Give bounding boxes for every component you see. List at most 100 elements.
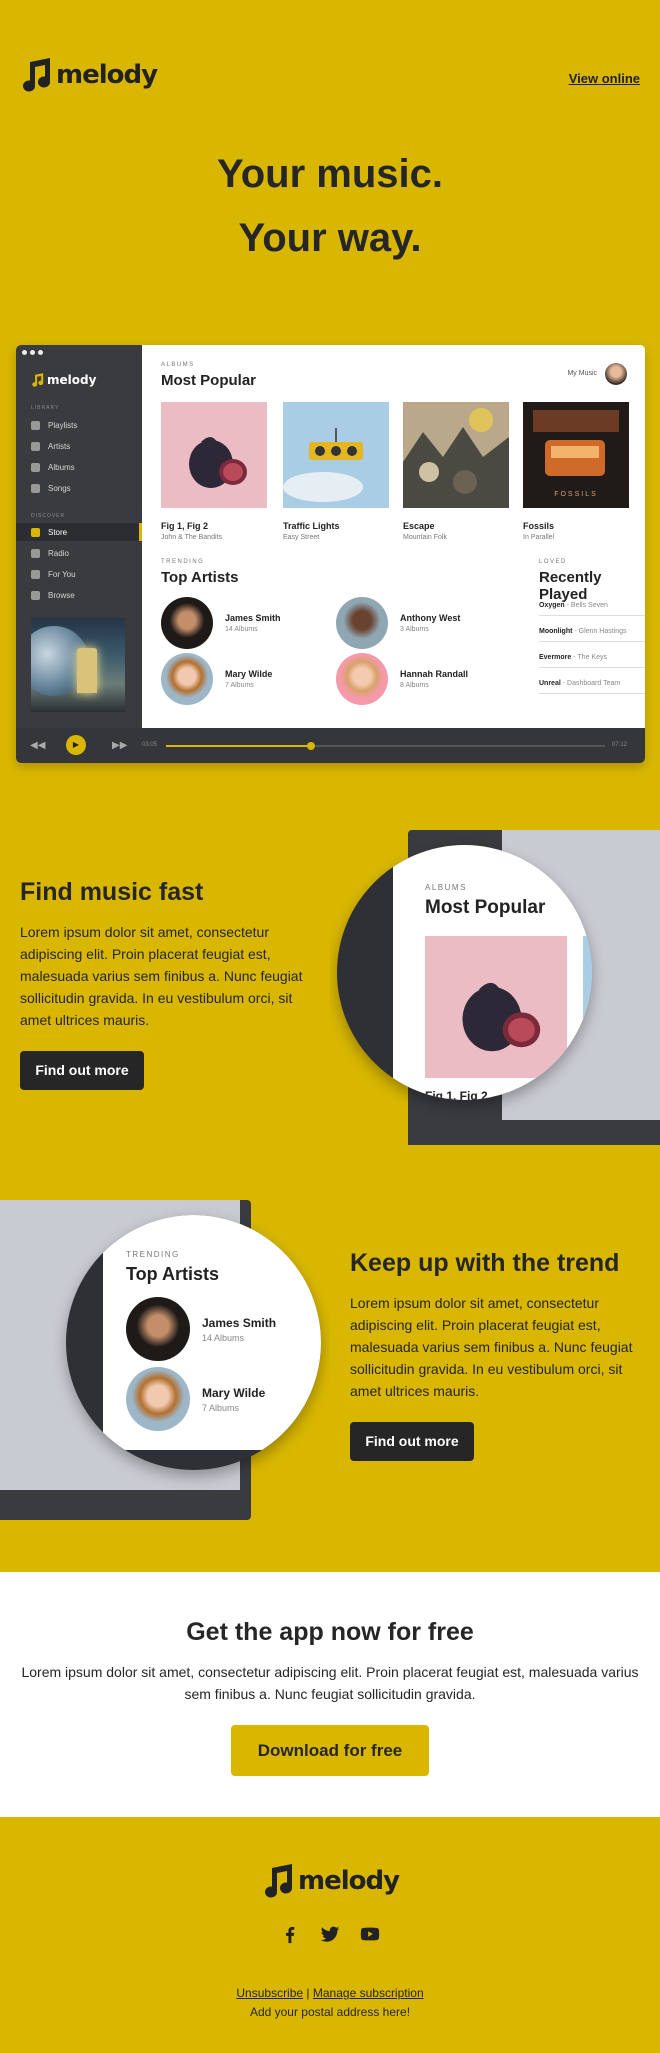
zoom-circle: TRENDING Top Artists James Smith 14 Album… [66,1215,321,1470]
zoom-albums-label: ALBUMS [425,883,467,892]
artist-photo [126,1297,190,1361]
artist-item[interactable]: Anthony West 3 Albums [336,597,460,649]
sidebar-item-songs[interactable]: Songs [16,479,142,497]
music-note-icon [32,373,44,387]
feature2-title: Keep up with the trend [350,1249,620,1277]
cta-body: Lorem ipsum dolor sit amet, consectetur … [21,1664,639,1702]
sidebar-item-albums[interactable]: Albums [16,458,142,476]
artist-photo [336,597,388,649]
zoom-trending-title: Top Artists [126,1264,219,1284]
store-icon [31,527,40,537]
hero-line-1: Your music. [217,152,443,196]
youtube-icon[interactable] [359,1923,381,1945]
social-links [0,1923,660,1945]
time-total: 07:12 [612,742,628,748]
footer-separator: | [306,1986,310,2000]
cta-title: Get the app now for free [186,1618,474,1646]
brand-name: melody [56,60,158,90]
svg-text:FOSSILS: FOSSILS [554,491,598,498]
playlist-icon [31,420,40,430]
album-card[interactable]: Fig 1, Fig 2 John & The Bandits [161,402,267,541]
recent-item[interactable]: Moonlight - Glenn Hastings [539,622,645,642]
now-playing-artwork [31,618,125,712]
sidebar-item-playlists[interactable]: Playlists [16,416,142,434]
artist-photo [336,653,388,705]
discover-label: DISCOVER [31,513,66,519]
recent-item[interactable]: Evermore - The Keys [539,648,645,668]
feature2-illustration: TRENDING Top Artists James Smith 14 Album… [0,1195,330,1520]
albums-title: Most Popular [161,372,257,389]
recent-item[interactable]: Oxygen - Bells Seven [539,596,645,616]
album-cover-fossils: FOSSILS [523,402,629,508]
footer-logo[interactable]: melody [262,1864,400,1898]
album-card[interactable]: Escape Mountain Folk [403,402,509,541]
feature2-find-out-more-button[interactable]: Find out more [350,1422,474,1461]
radio-icon [31,548,40,558]
heart-icon [31,569,40,579]
sidebar-item-for-you[interactable]: For You [16,565,142,583]
footer-brand-name: melody [298,1866,400,1896]
loved-label: LOVED [539,559,567,565]
zoom-albums-title: Most Popular [425,897,546,918]
sidebar-logo: melody [31,373,96,387]
app-main: ALBUMS Most Popular My Music Fig 1, Fig … [142,345,645,728]
sidebar-item-store[interactable]: Store [16,523,142,541]
rewind-icon[interactable]: ◀◀ [30,740,45,751]
fast-forward-icon[interactable]: ▶▶ [112,740,127,751]
window-dots [22,350,43,355]
progress-track[interactable] [166,742,605,750]
artist-item[interactable]: Mary Wilde 7 Albums [161,653,272,705]
sidebar-item-radio[interactable]: Radio [16,544,142,562]
album-cover-fig [161,402,267,508]
download-button[interactable]: Download for free [231,1725,429,1776]
zoom-artist-item[interactable]: James Smith 14 Albums [126,1297,276,1361]
unsubscribe-link[interactable]: Unsubscribe [236,1986,303,2000]
play-icon[interactable]: ▶ [66,735,86,755]
album-cover-escape [403,402,509,508]
app-sidebar: melody LIBRARY Playlists Artists Albums … [16,345,142,728]
postal-address: Add your postal address here! [249,2005,411,2019]
brand-logo[interactable]: melody [20,58,158,92]
music-note-icon [265,1864,293,1898]
library-label: LIBRARY [31,405,60,411]
facebook-icon[interactable] [279,1923,301,1945]
album-card[interactable]: Traffic Lights Easy Street [283,402,389,541]
artist-item[interactable]: James Smith 14 Albums [161,597,281,649]
album-cover-traffic [283,402,389,508]
player-bar: ◀◀ ▶ ▶▶ 03:05 07:12 [16,728,645,763]
zoom-album-title: Fig 1, Fig 2 [425,1089,488,1100]
feature1-find-out-more-button[interactable]: Find out more [20,1051,144,1090]
artist-item[interactable]: Hannah Randall 8 Albums [336,653,468,705]
trending-title: Top Artists [161,569,239,586]
email-page: melody View online Your music. Your way.… [0,0,660,2053]
sidebar-item-artists[interactable]: Artists [16,437,142,455]
feature2-body: Lorem ipsum dolor sit amet, consectetur … [350,1295,633,1399]
artist-photo [161,597,213,649]
my-music-link[interactable]: My Music [567,370,597,377]
cta-section: Get the app now for free Lorem ipsum dol… [0,1572,660,1817]
song-icon [31,483,40,493]
view-online-link[interactable]: View online [569,71,640,86]
hero-line-2: Your way. [238,216,422,260]
zoom-circle: ALBUMS Most Popular Fig 1, Fig 2 [337,845,592,1100]
album-icon [31,462,40,472]
artist-icon [31,441,40,451]
recent-item[interactable]: Unreal - Dashboard Team [539,674,645,694]
music-note-icon [23,58,51,92]
progress-fill [166,745,311,747]
twitter-icon[interactable] [319,1923,341,1945]
search-icon [31,590,40,600]
feature1-illustration: ALBUMS Most Popular Fig 1, Fig 2 [330,825,660,1145]
sidebar-item-browse[interactable]: Browse [16,586,142,604]
artist-photo [126,1367,190,1431]
manage-subscription-link[interactable]: Manage subscription [313,1986,424,2000]
zoom-album-cover [425,936,567,1078]
zoom-artist-item[interactable]: Mary Wilde 7 Albums [126,1367,265,1431]
artist-photo [161,653,213,705]
user-avatar[interactable] [605,363,627,385]
album-card[interactable]: FOSSILS Fossils In Parallel [523,402,629,541]
progress-knob[interactable] [306,742,315,750]
time-elapsed: 03:05 [142,742,158,748]
feature1-title: Find music fast [20,878,204,906]
footer-links: Unsubscribe | Manage subscription [0,1986,660,2000]
